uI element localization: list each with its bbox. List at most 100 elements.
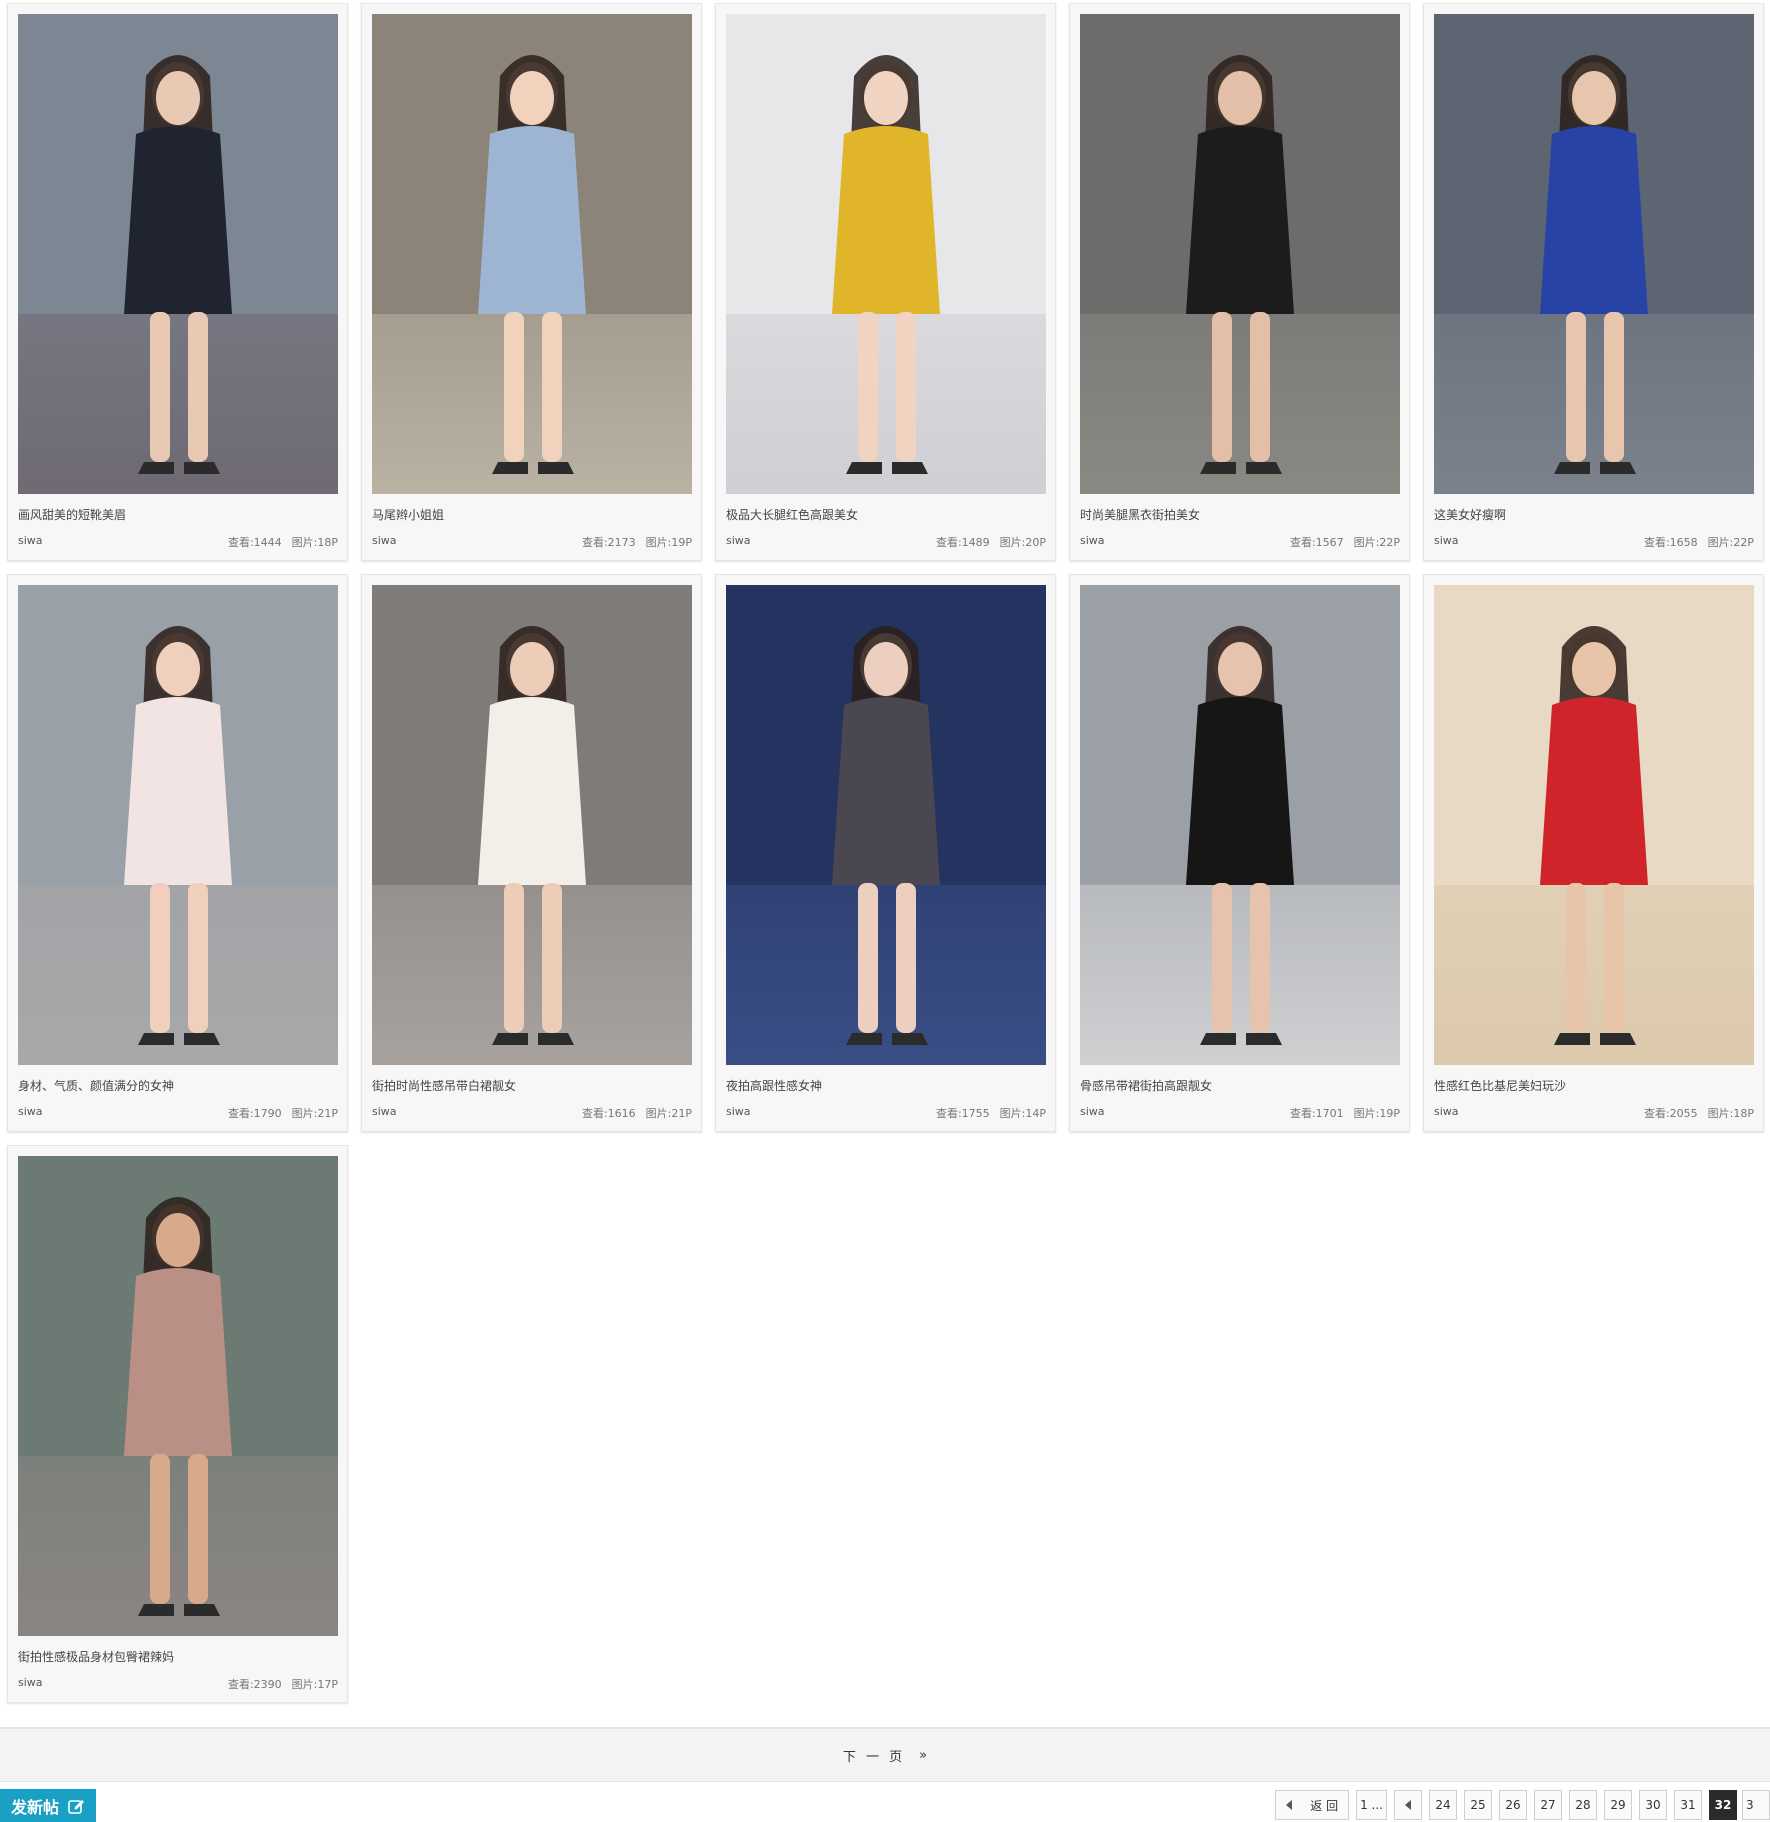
thread-author[interactable]: siwa [18, 534, 43, 550]
view-count: 查看:1658 [1643, 536, 1698, 549]
pagination-first-page[interactable]: 1 ... [1356, 1790, 1387, 1820]
thread-thumbnail[interactable] [1434, 585, 1754, 1065]
thread-thumbnail[interactable] [18, 14, 338, 494]
thread-thumbnail[interactable] [372, 585, 692, 1065]
view-count: 查看:1755 [935, 1107, 990, 1120]
thread-author[interactable]: siwa [726, 1105, 751, 1121]
pagination-page-next-partial[interactable]: 3 [1742, 1790, 1770, 1820]
thread-author[interactable]: siwa [372, 1105, 397, 1121]
picture-count: 图片:18P [291, 536, 338, 549]
thread-card[interactable]: 骨感吊带裙街拍高跟靓女 siwa 查看:1701 图片:19P [1069, 574, 1410, 1132]
pagination-page-31[interactable]: 31 [1674, 1790, 1702, 1820]
thread-stats: 查看:1444 图片:18P [228, 534, 338, 550]
pagination-prev-button[interactable] [1394, 1790, 1422, 1820]
thread-stats: 查看:2173 图片:19P [582, 534, 692, 550]
thread-title[interactable]: 身材、气质、颜值满分的女神 [18, 1077, 338, 1094]
thread-title[interactable]: 骨感吊带裙街拍高跟靓女 [1080, 1077, 1400, 1094]
thread-stats: 查看:1755 图片:14P [936, 1105, 1046, 1121]
view-count: 查看:1701 [1289, 1107, 1344, 1120]
thread-title[interactable]: 夜拍高跟性感女神 [726, 1077, 1046, 1094]
pagination-page-27[interactable]: 27 [1534, 1790, 1562, 1820]
picture-count: 图片:21P [291, 1107, 338, 1120]
thread-card[interactable]: 极品大长腿红色高跟美女 siwa 查看:1489 图片:20P [715, 3, 1056, 561]
thread-stats: 查看:1658 图片:22P [1644, 534, 1754, 550]
view-count: 查看:2173 [581, 536, 636, 549]
pagination-page-26[interactable]: 26 [1499, 1790, 1527, 1820]
thread-title[interactable]: 马尾辫小姐姐 [372, 506, 692, 523]
next-page-arrow-icon: » [919, 1747, 928, 1763]
pagination-page-28[interactable]: 28 [1569, 1790, 1597, 1820]
picture-count: 图片:20P [999, 536, 1046, 549]
thread-card[interactable]: 街拍性感极品身材包臀裙辣妈 siwa 查看:2390 图片:17P [7, 1145, 348, 1703]
thread-title[interactable]: 性感红色比基尼美妇玩沙 [1434, 1077, 1754, 1094]
picture-count: 图片:22P [1353, 536, 1400, 549]
thread-thumbnail[interactable] [726, 585, 1046, 1065]
thread-thumbnail[interactable] [18, 585, 338, 1065]
thread-thumbnail[interactable] [1080, 14, 1400, 494]
thread-author[interactable]: siwa [18, 1676, 43, 1692]
picture-count: 图片:21P [645, 1107, 692, 1120]
edit-icon [67, 1797, 85, 1815]
view-count: 查看:2390 [227, 1678, 282, 1691]
thread-stats: 查看:1701 图片:19P [1290, 1105, 1400, 1121]
thread-meta: siwa 查看:1701 图片:19P [1080, 1105, 1400, 1121]
thread-meta: siwa 查看:1444 图片:18P [18, 534, 338, 550]
thread-author[interactable]: siwa [1080, 534, 1105, 550]
thread-author[interactable]: siwa [372, 534, 397, 550]
thread-thumbnail[interactable] [18, 1156, 338, 1636]
thread-card[interactable]: 性感红色比基尼美妇玩沙 siwa 查看:2055 图片:18P [1423, 574, 1764, 1132]
new-post-label: 发新帖 [10, 1797, 59, 1817]
thread-stats: 查看:1489 图片:20P [936, 534, 1046, 550]
thread-stats: 查看:1567 图片:22P [1290, 534, 1400, 550]
thread-title[interactable]: 画风甜美的短靴美眉 [18, 506, 338, 523]
thread-author[interactable]: siwa [18, 1105, 43, 1121]
thread-meta: siwa 查看:1755 图片:14P [726, 1105, 1046, 1121]
thread-thumbnail[interactable] [726, 14, 1046, 494]
view-count: 查看:1790 [227, 1107, 282, 1120]
thread-meta: siwa 查看:1790 图片:21P [18, 1105, 338, 1121]
view-count: 查看:1567 [1289, 536, 1344, 549]
picture-count: 图片:19P [1353, 1107, 1400, 1120]
thread-author[interactable]: siwa [726, 534, 751, 550]
thread-title[interactable]: 街拍时尚性感吊带白裙靓女 [372, 1077, 692, 1094]
view-count: 查看:2055 [1643, 1107, 1698, 1120]
thread-card[interactable]: 身材、气质、颜值满分的女神 siwa 查看:1790 图片:21P [7, 574, 348, 1132]
prev-triangle-icon [1405, 1800, 1411, 1810]
thread-meta: siwa 查看:1567 图片:22P [1080, 534, 1400, 550]
back-triangle-icon [1286, 1800, 1293, 1810]
pagination-page-30[interactable]: 30 [1639, 1790, 1667, 1820]
pagination-back-button[interactable]: 返 回 [1275, 1790, 1350, 1820]
pagination-page-29[interactable]: 29 [1604, 1790, 1632, 1820]
thread-card[interactable]: 夜拍高跟性感女神 siwa 查看:1755 图片:14P [715, 574, 1056, 1132]
thread-meta: siwa 查看:2390 图片:17P [18, 1676, 338, 1692]
view-count: 查看:1489 [935, 536, 990, 549]
picture-count: 图片:17P [291, 1678, 338, 1691]
next-page-label: 下 一 页 [842, 1749, 906, 1765]
picture-count: 图片:19P [645, 536, 692, 549]
thread-author[interactable]: siwa [1080, 1105, 1105, 1121]
thread-title[interactable]: 街拍性感极品身材包臀裙辣妈 [18, 1648, 338, 1665]
thread-meta: siwa 查看:1489 图片:20P [726, 534, 1046, 550]
new-post-button[interactable]: 发新帖 [0, 1789, 96, 1822]
thread-author[interactable]: siwa [1434, 534, 1459, 550]
picture-count: 图片:22P [1707, 536, 1754, 549]
pagination: 返 回 1 ... 24 25 26 27 28 29 30 31 32 3 [1268, 1789, 1770, 1821]
thread-card[interactable]: 马尾辫小姐姐 siwa 查看:2173 图片:19P [361, 3, 702, 561]
next-page-button[interactable]: 下 一 页 » [0, 1727, 1770, 1782]
thread-thumbnail[interactable] [372, 14, 692, 494]
thread-card[interactable]: 时尚美腿黑衣街拍美女 siwa 查看:1567 图片:22P [1069, 3, 1410, 561]
thread-thumbnail[interactable] [1080, 585, 1400, 1065]
pagination-current-page: 32 [1709, 1790, 1737, 1820]
pagination-page-25[interactable]: 25 [1464, 1790, 1492, 1820]
picture-count: 图片:14P [999, 1107, 1046, 1120]
thread-title[interactable]: 时尚美腿黑衣街拍美女 [1080, 506, 1400, 523]
thread-card[interactable]: 这美女好瘦啊 siwa 查看:1658 图片:22P [1423, 3, 1764, 561]
thread-thumbnail[interactable] [1434, 14, 1754, 494]
thread-author[interactable]: siwa [1434, 1105, 1459, 1121]
thread-card[interactable]: 画风甜美的短靴美眉 siwa 查看:1444 图片:18P [7, 3, 348, 561]
thread-title[interactable]: 极品大长腿红色高跟美女 [726, 506, 1046, 523]
thread-stats: 查看:2055 图片:18P [1644, 1105, 1754, 1121]
pagination-page-24[interactable]: 24 [1429, 1790, 1457, 1820]
thread-card[interactable]: 街拍时尚性感吊带白裙靓女 siwa 查看:1616 图片:21P [361, 574, 702, 1132]
thread-title[interactable]: 这美女好瘦啊 [1434, 506, 1754, 523]
